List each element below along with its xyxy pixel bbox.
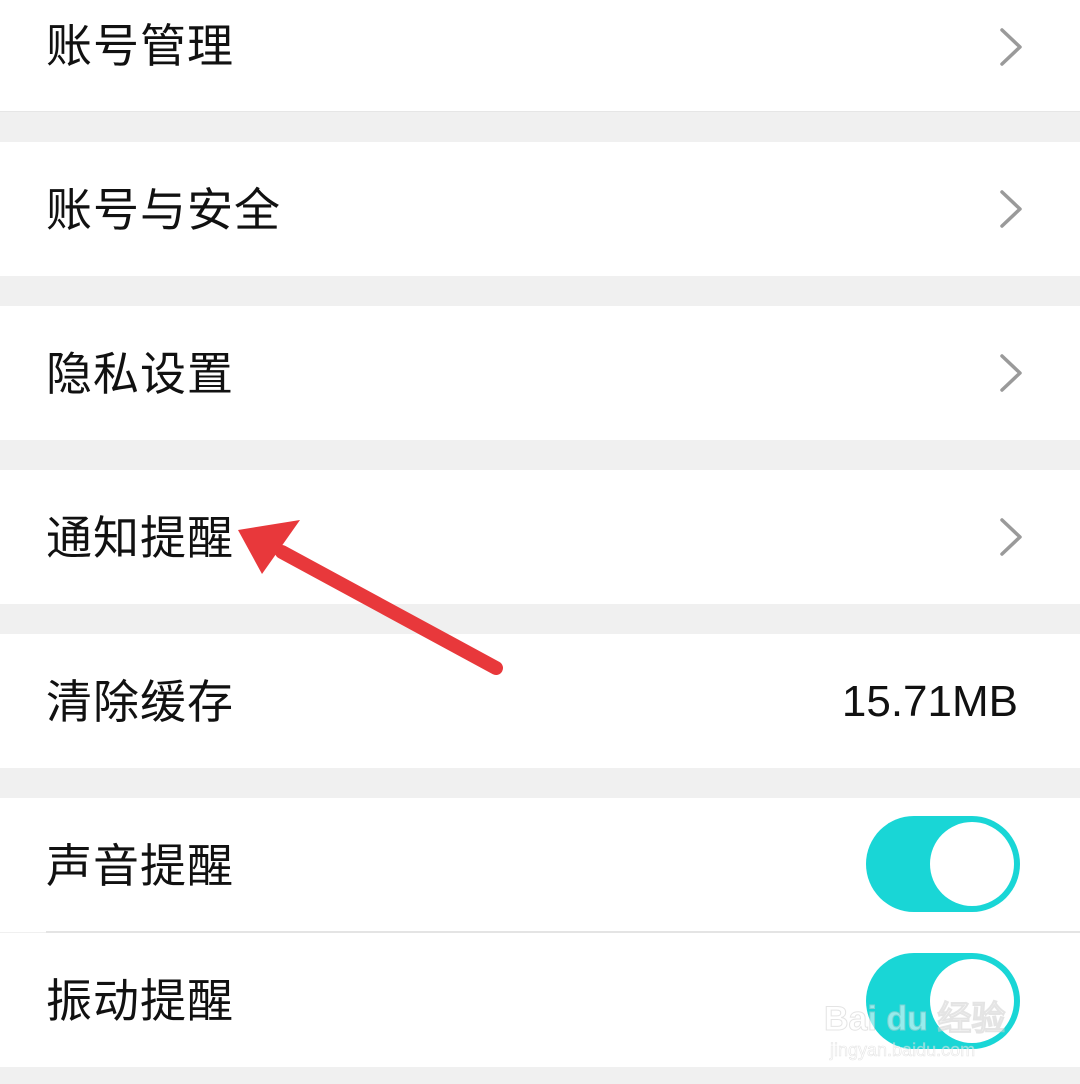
watermark-brand: Bai du 经验	[824, 999, 1005, 1038]
settings-item-label: 账号与安全	[46, 183, 281, 237]
settings-item-account-management[interactable]: 账号管理	[0, 0, 1080, 112]
baidu-jingyan-watermark: Bai du 经验 jingyan.baidu.com	[824, 999, 1006, 1061]
chevron-right-icon	[1000, 518, 1022, 556]
settings-item-label: 隐私设置	[46, 347, 234, 401]
watermark-url: jingyan.baidu.com	[829, 1040, 975, 1060]
settings-item-label: 声音提醒	[46, 839, 234, 893]
sound-alert-toggle[interactable]	[866, 816, 1020, 912]
settings-item-label: 通知提醒	[46, 511, 234, 565]
settings-item-label: 清除缓存	[46, 675, 234, 729]
settings-item-label: 振动提醒	[46, 974, 234, 1028]
cache-size-value: 15.71MB	[841, 677, 1018, 726]
divider	[0, 111, 1080, 112]
chevron-right-icon	[1000, 190, 1022, 228]
settings-item-label: 账号管理	[46, 19, 234, 73]
chevron-right-icon	[1000, 354, 1022, 392]
settings-item-account-security[interactable]: 账号与安全	[0, 142, 1080, 276]
chevron-right-icon	[1000, 28, 1022, 66]
settings-item-notifications[interactable]: 通知提醒	[0, 470, 1080, 604]
settings-item-clear-cache[interactable]: 清除缓存 15.71MB	[0, 634, 1080, 768]
settings-item-privacy[interactable]: 隐私设置	[0, 306, 1080, 440]
toggle-knob	[930, 822, 1014, 906]
settings-item-sound-alert: 声音提醒	[0, 798, 1080, 932]
